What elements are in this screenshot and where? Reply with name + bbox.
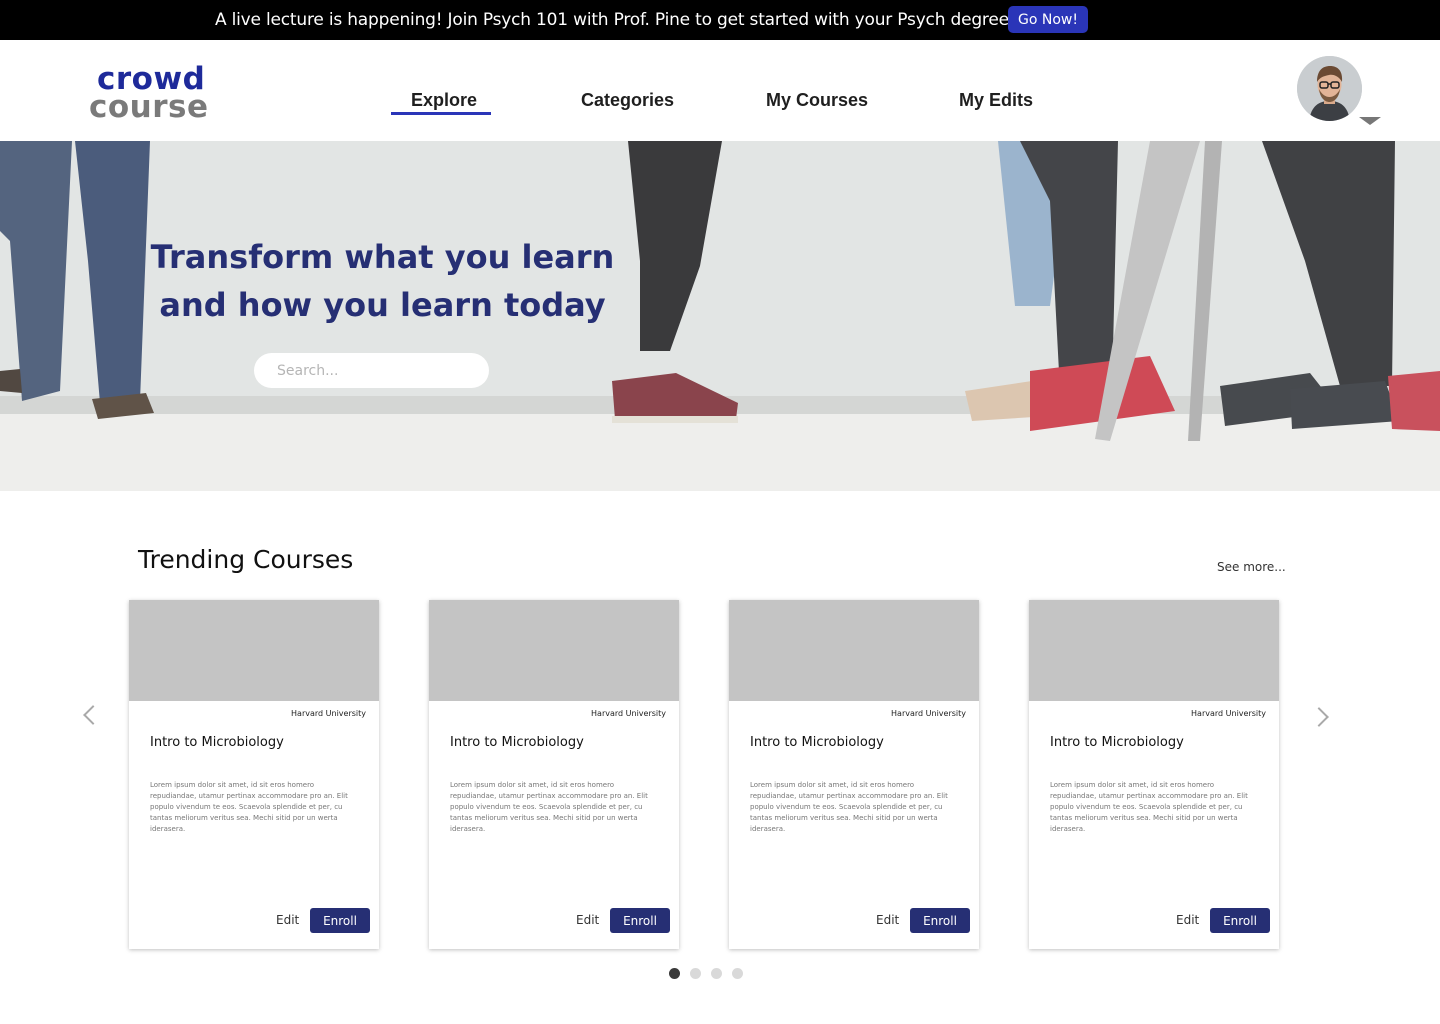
go-now-button[interactable]: Go Now!: [1008, 6, 1088, 33]
nav-active-indicator: [391, 112, 491, 115]
hero-title: Transform what you learn and how you lea…: [150, 238, 615, 324]
carousel-dot[interactable]: [732, 968, 743, 979]
course-description: Lorem ipsum dolor sit amet, id sit eros …: [1050, 781, 1248, 833]
course-card[interactable]: Harvard University Intro to Microbiology…: [429, 600, 679, 949]
edit-button[interactable]: Edit: [876, 913, 899, 927]
course-title[interactable]: Intro to Microbiology: [750, 735, 884, 750]
enroll-button[interactable]: Enroll: [310, 908, 370, 933]
section-title-trending: Trending Courses: [138, 545, 354, 574]
avatar-portrait-icon: [1297, 56, 1362, 121]
course-image-placeholder: [1029, 600, 1279, 701]
logo[interactable]: crowd course: [89, 60, 219, 125]
logo-word-bottom: course: [89, 89, 209, 125]
course-description: Lorem ipsum dolor sit amet, id sit eros …: [450, 781, 648, 833]
course-card[interactable]: Harvard University Intro to Microbiology…: [129, 600, 379, 949]
chevron-right-icon[interactable]: [1309, 707, 1329, 727]
hero-banner: Transform what you learn and how you lea…: [0, 141, 1440, 491]
enroll-button[interactable]: Enroll: [610, 908, 670, 933]
nav-explore[interactable]: Explore: [411, 90, 477, 111]
course-description: Lorem ipsum dolor sit amet, id sit eros …: [750, 781, 948, 833]
carousel-pagination: [669, 968, 749, 980]
carousel-dot[interactable]: [711, 968, 722, 979]
nav-my-edits[interactable]: My Edits: [959, 90, 1033, 111]
edit-button[interactable]: Edit: [276, 913, 299, 927]
course-card[interactable]: Harvard University Intro to Microbiology…: [1029, 600, 1279, 949]
announcement-bar: A live lecture is happening! Join Psych …: [0, 0, 1440, 40]
announcement-text: A live lecture is happening! Join Psych …: [215, 10, 1016, 30]
course-image-placeholder: [129, 600, 379, 701]
course-title[interactable]: Intro to Microbiology: [150, 735, 284, 750]
nav-categories[interactable]: Categories: [581, 90, 674, 111]
course-university: Harvard University: [291, 709, 366, 718]
site-header: crowd course Explore Categories My Cours…: [0, 40, 1440, 141]
carousel-dot[interactable]: [690, 968, 701, 979]
course-image-placeholder: [729, 600, 979, 701]
search-input[interactable]: [254, 353, 489, 388]
nav-my-courses[interactable]: My Courses: [766, 90, 868, 111]
caret-down-icon[interactable]: [1359, 117, 1381, 125]
chevron-left-icon[interactable]: [83, 705, 103, 725]
enroll-button[interactable]: Enroll: [910, 908, 970, 933]
course-university: Harvard University: [591, 709, 666, 718]
course-title[interactable]: Intro to Microbiology: [1050, 735, 1184, 750]
course-image-placeholder: [429, 600, 679, 701]
user-avatar[interactable]: [1297, 56, 1362, 121]
edit-button[interactable]: Edit: [576, 913, 599, 927]
see-more-link[interactable]: See more...: [1217, 560, 1286, 574]
course-university: Harvard University: [891, 709, 966, 718]
course-card[interactable]: Harvard University Intro to Microbiology…: [729, 600, 979, 949]
enroll-button[interactable]: Enroll: [1210, 908, 1270, 933]
course-title[interactable]: Intro to Microbiology: [450, 735, 584, 750]
edit-button[interactable]: Edit: [1176, 913, 1199, 927]
course-university: Harvard University: [1191, 709, 1266, 718]
course-description: Lorem ipsum dolor sit amet, id sit eros …: [150, 781, 348, 833]
carousel-dot[interactable]: [669, 968, 680, 979]
